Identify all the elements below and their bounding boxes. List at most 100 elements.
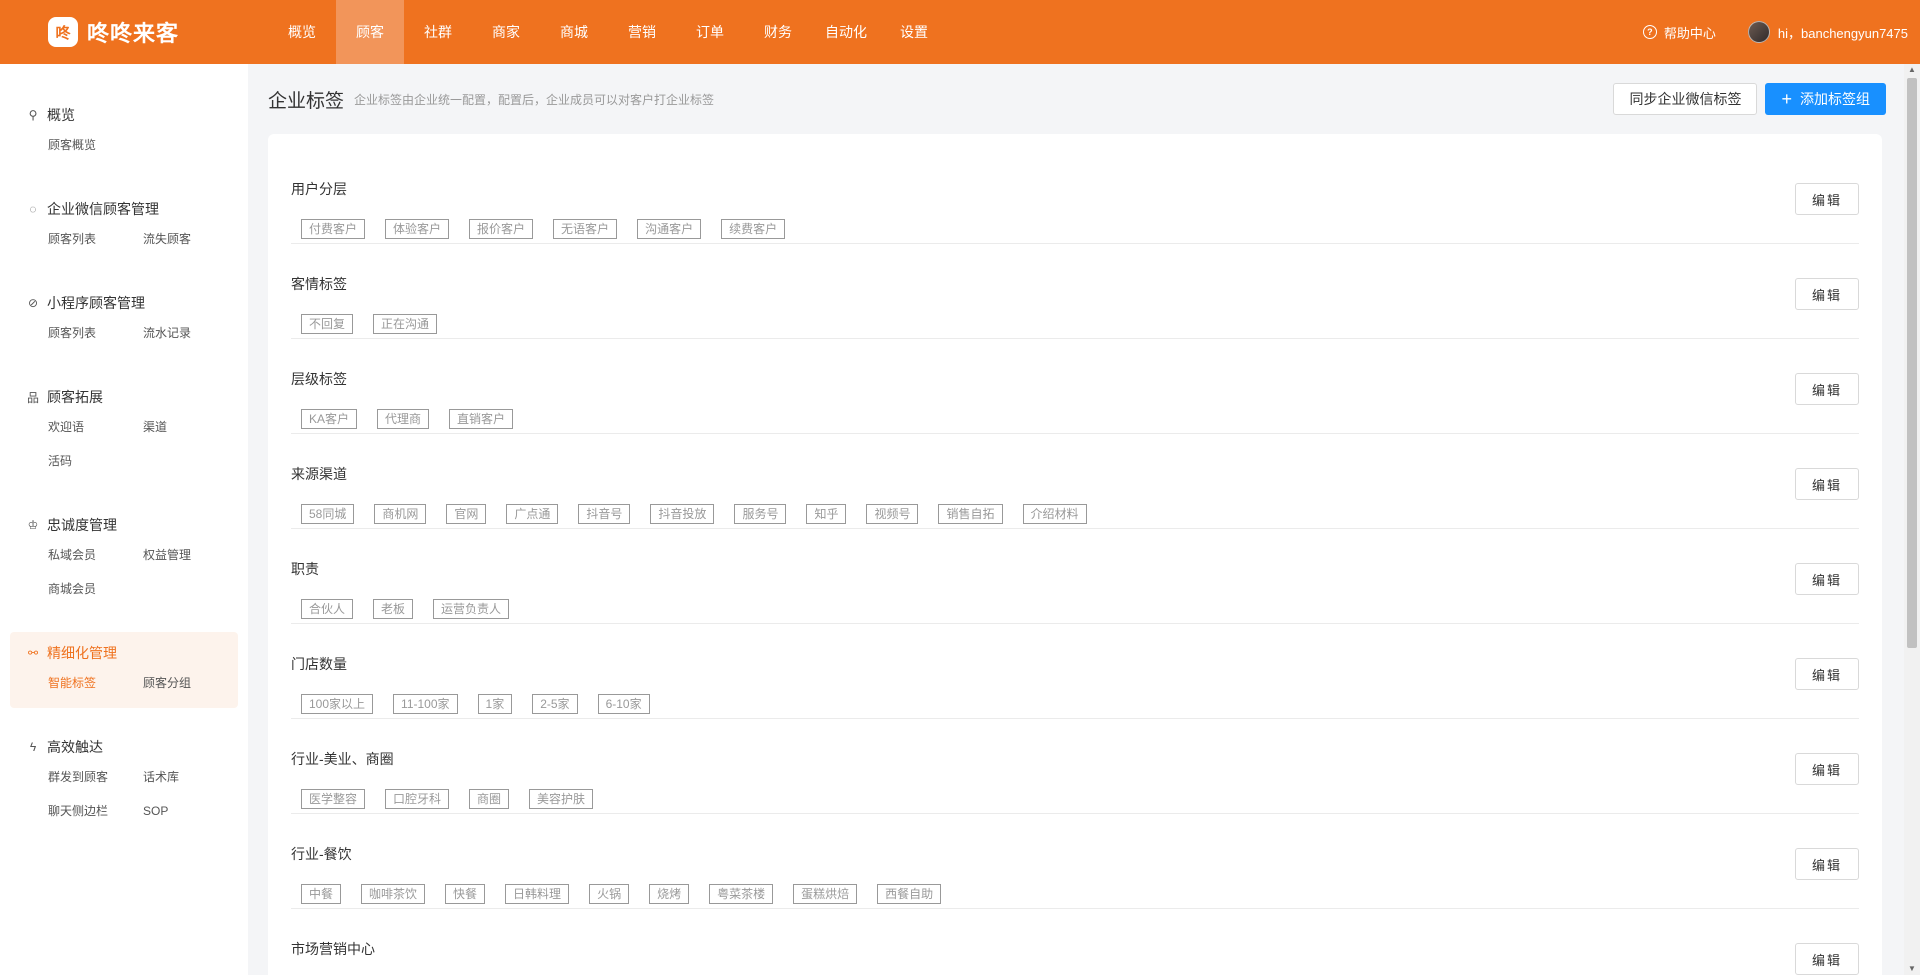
tag-group-name: 用户分层	[291, 181, 347, 197]
tag-group: 职责 合伙人 老板 运营负责人 编辑	[291, 529, 1859, 624]
sidebar-item[interactable]: SOP	[143, 794, 238, 828]
sidebar-group-label: 忠诚度管理	[47, 517, 117, 533]
sidebar-group-title[interactable]: ♔ 忠诚度管理	[26, 512, 238, 538]
nav-item-6[interactable]: 订单	[676, 0, 744, 64]
sidebar-subitems: 顾客列表 流失顾客	[26, 222, 238, 256]
tag-chip: 续费客户	[721, 219, 786, 239]
user-menu[interactable]: hi，banchengyun7475	[1747, 21, 1908, 43]
sidebar-group-title[interactable]: ⚯ 精细化管理	[26, 640, 238, 666]
sidebar-item[interactable]: 聊天侧边栏	[48, 794, 143, 828]
sidebar-group-label: 顾客拓展	[47, 389, 103, 405]
chat-icon: ◌	[29, 202, 37, 216]
scroll-up-icon[interactable]: ▲	[1904, 64, 1920, 76]
tag-chip: 医学整容	[301, 789, 366, 809]
tag-chip: 日韩料理	[505, 884, 570, 904]
compass-icon: ⊘	[27, 296, 39, 310]
sidebar-item[interactable]: 顾客列表	[48, 316, 143, 350]
edit-tag-group-button[interactable]: 编辑	[1795, 943, 1859, 975]
tag-chip: 不回复	[301, 314, 354, 334]
sidebar-item[interactable]: 私域会员	[48, 538, 143, 572]
nav-item-2[interactable]: 社群	[404, 0, 472, 64]
sidebar-item[interactable]: 权益管理	[143, 538, 238, 572]
sidebar-item[interactable]: 流水记录	[143, 316, 238, 350]
tag-chip: 介绍材料	[1022, 504, 1087, 524]
sidebar-item[interactable]: 欢迎语	[48, 410, 143, 444]
sync-wechat-tags-button[interactable]: 同步企业微信标签	[1613, 83, 1758, 115]
sidebar-item[interactable]: 顾客概览	[48, 128, 143, 162]
sidebar-group-4: ♔ 忠诚度管理 私域会员 权益管理 商城会员	[10, 504, 238, 614]
logo-icon: 咚	[48, 17, 78, 47]
tag-chip: 1家	[477, 694, 513, 714]
main-nav: 概览 顾客 社群 商家 商城 营销 订单 财务 自动化 设置	[268, 0, 948, 64]
sidebar-group-5: ⚯ 精细化管理 智能标签 顾客分组	[10, 632, 238, 708]
tag-chip: 2-5家	[532, 694, 578, 714]
tag-chip: 58同城	[301, 504, 355, 524]
scroll-down-icon[interactable]: ▼	[1904, 963, 1920, 975]
tag-chip: 体验客户	[385, 219, 450, 239]
nav-item-1[interactable]: 顾客	[336, 0, 404, 64]
sidebar-item[interactable]: 智能标签	[48, 666, 143, 700]
nav-item-4[interactable]: 商城	[540, 0, 608, 64]
tag-chip: 火锅	[589, 884, 630, 904]
tag-chip: 蛋糕烘焙	[793, 884, 858, 904]
edit-tag-group-button[interactable]: 编辑	[1795, 848, 1859, 880]
logo[interactable]: 咚 咚咚来客	[0, 16, 268, 48]
nav-item-9[interactable]: 设置	[880, 0, 948, 64]
sidebar-group-title[interactable]: ϟ 高效触达	[26, 734, 238, 760]
tag-group: 来源渠道 58同城 商机网 官网 广点通 抖音号 抖音投放 服务号 知乎 视频号 销售自拓 介绍材料 编…	[291, 434, 1859, 529]
sidebar-item[interactable]: 商城会员	[48, 572, 143, 606]
sidebar-group-label: 高效触达	[47, 739, 103, 755]
sidebar-item[interactable]: 群发到顾客	[48, 760, 143, 794]
sidebar-item[interactable]: 渠道	[143, 410, 238, 444]
tag-chip: 服务号	[734, 504, 787, 524]
tag-group: 门店数量 100家以上 11-100家 1家 2-5家 6-10家 编辑	[291, 624, 1859, 719]
tag-group: 行业-美业、商圈 医学整容 口腔牙科 商圈 美容护肤 编辑	[291, 719, 1859, 814]
edit-tag-group-button[interactable]: 编辑	[1795, 563, 1859, 595]
edit-tag-group-button[interactable]: 编辑	[1795, 278, 1859, 310]
sidebar-group-title[interactable]: ◌ 企业微信顾客管理	[26, 196, 238, 222]
nav-item-5[interactable]: 营销	[608, 0, 676, 64]
sidebar-group-label: 小程序顾客管理	[47, 295, 145, 311]
edit-tag-group-button[interactable]: 编辑	[1795, 468, 1859, 500]
sidebar-item[interactable]: 流失顾客	[143, 222, 238, 256]
nav-item-8[interactable]: 自动化	[812, 0, 880, 64]
sidebar-item[interactable]: 顾客分组	[143, 666, 238, 700]
header-actions: 同步企业微信标签 + 添加标签组	[1613, 83, 1886, 115]
page-scrollbar[interactable]: ▲ ▼	[1904, 64, 1920, 975]
main-content: 企业标签 企业标签由企业统一配置，配置后，企业成员可以对客户打企业标签 同步企业…	[248, 64, 1904, 975]
nav-item-3[interactable]: 商家	[472, 0, 540, 64]
sidebar-item[interactable]: 活码	[48, 444, 143, 478]
lightning-icon: ϟ	[29, 740, 37, 754]
edit-tag-group-button[interactable]: 编辑	[1795, 373, 1859, 405]
sidebar-item[interactable]: 顾客列表	[48, 222, 143, 256]
sidebar-group-label: 概览	[47, 107, 75, 123]
nav-item-7[interactable]: 财务	[744, 0, 812, 64]
tag-group-name: 客情标签	[291, 276, 347, 292]
sidebar-group-title[interactable]: ⚲ 概览	[26, 102, 238, 128]
nav-item-0[interactable]: 概览	[268, 0, 336, 64]
sidebar-subitems: 私域会员 权益管理 商城会员	[26, 538, 238, 606]
help-center-link[interactable]: ? 帮助中心	[1642, 23, 1716, 42]
sidebar-subitems: 顾客列表 流水记录	[26, 316, 238, 350]
tag-chip: 官网	[446, 504, 487, 524]
tag-chip: 付费客户	[301, 219, 366, 239]
user-icon: ⚲	[28, 108, 38, 122]
add-tag-group-label: 添加标签组	[1800, 91, 1870, 107]
sidebar-group-6: ϟ 高效触达群发到顾客 话术库 聊天侧边栏 SOP	[10, 726, 238, 836]
tag-list: 医学整容 口腔牙科 商圈 美容护肤	[291, 789, 1859, 809]
edit-tag-group-button[interactable]: 编辑	[1795, 183, 1859, 215]
sidebar-group-title[interactable]: 品顾客拓展	[26, 384, 238, 410]
add-tag-group-button[interactable]: + 添加标签组	[1765, 83, 1886, 115]
header-right: ? 帮助中心 hi，banchengyun7475	[1642, 21, 1920, 43]
tag-chip: 6-10家	[597, 694, 650, 714]
sidebar-group-title[interactable]: ⊘ 小程序顾客管理	[26, 290, 238, 316]
tag-group: 客情标签 不回复 正在沟通 编辑	[291, 244, 1859, 339]
tag-chip: 代理商	[377, 409, 430, 429]
edit-tag-group-button[interactable]: 编辑	[1795, 658, 1859, 690]
sidebar-item[interactable]: 话术库	[143, 760, 238, 794]
scroll-thumb[interactable]	[1907, 78, 1917, 648]
tag-chip: 报价客户	[469, 219, 534, 239]
sidebar-group-0: ⚲ 概览顾客概览	[10, 94, 238, 170]
edit-tag-group-button[interactable]: 编辑	[1795, 753, 1859, 785]
sidebar-subitems: 群发到顾客 话术库 聊天侧边栏 SOP	[26, 760, 238, 828]
